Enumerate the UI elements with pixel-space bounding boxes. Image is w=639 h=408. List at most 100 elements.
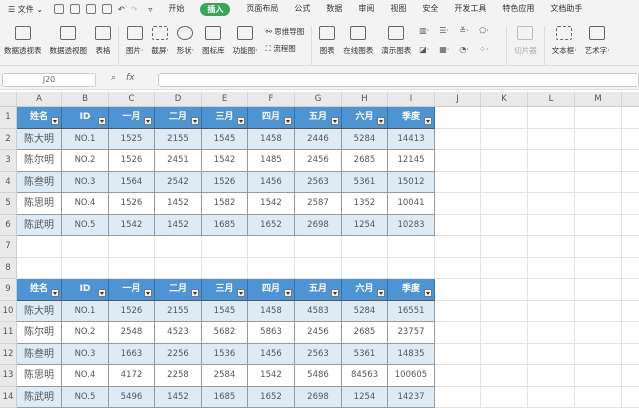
flowchart-button[interactable]: ⛶ 流程图 bbox=[266, 43, 305, 54]
row-header[interactable]: 3 bbox=[0, 150, 17, 172]
cell[interactable] bbox=[528, 107, 575, 129]
filter-dropdown-icon[interactable] bbox=[284, 117, 292, 125]
chart-button[interactable]: 图表 bbox=[319, 26, 335, 56]
cell[interactable] bbox=[17, 258, 62, 280]
redo-icon[interactable]: ↷ bbox=[131, 5, 138, 14]
column-header[interactable] bbox=[622, 92, 639, 107]
cell[interactable]: 1485 bbox=[248, 150, 295, 172]
cell[interactable] bbox=[528, 150, 575, 172]
cell[interactable] bbox=[575, 387, 622, 408]
filter-dropdown-icon[interactable] bbox=[377, 117, 385, 125]
cell[interactable] bbox=[575, 236, 622, 258]
cell[interactable] bbox=[622, 215, 639, 237]
row-header[interactable]: 5 bbox=[0, 193, 17, 215]
cell[interactable] bbox=[155, 236, 202, 258]
cell[interactable]: 10041 bbox=[388, 193, 435, 215]
cell[interactable] bbox=[435, 301, 481, 323]
cell[interactable] bbox=[575, 215, 622, 237]
demo-chart-button[interactable]: 演示图表 bbox=[381, 26, 411, 56]
name-box[interactable]: J20 bbox=[2, 73, 96, 87]
filter-dropdown-icon[interactable] bbox=[191, 117, 199, 125]
row-header[interactable]: 11 bbox=[0, 322, 17, 344]
filter-dropdown-icon[interactable] bbox=[237, 289, 245, 297]
filter-dropdown-icon[interactable] bbox=[424, 117, 432, 125]
tab-0[interactable]: 开始 bbox=[168, 3, 184, 16]
cell[interactable] bbox=[342, 258, 388, 280]
filter-dropdown-icon[interactable] bbox=[424, 289, 432, 297]
cell[interactable] bbox=[622, 322, 639, 344]
header-cell[interactable]: 二月 bbox=[155, 107, 202, 129]
cell[interactable] bbox=[528, 301, 575, 323]
cell[interactable] bbox=[435, 150, 481, 172]
file-menu[interactable]: ☰ 文件 ⌄ bbox=[8, 4, 43, 15]
cell[interactable]: 1452 bbox=[155, 193, 202, 215]
filter-dropdown-icon[interactable] bbox=[191, 289, 199, 297]
column-header[interactable]: H bbox=[342, 92, 388, 107]
cell[interactable]: 4583 bbox=[295, 301, 342, 323]
radar-chart-icon[interactable]: ⬠· bbox=[479, 26, 499, 35]
picture-button[interactable]: 图片· bbox=[126, 26, 143, 56]
cell[interactable]: 16551 bbox=[388, 301, 435, 323]
cell[interactable] bbox=[528, 215, 575, 237]
cell[interactable]: 1545 bbox=[202, 301, 248, 323]
cell[interactable] bbox=[622, 344, 639, 366]
filter-dropdown-icon[interactable] bbox=[377, 289, 385, 297]
cell[interactable]: 1352 bbox=[342, 193, 388, 215]
cell[interactable]: 2258 bbox=[155, 365, 202, 387]
cell[interactable]: 2256 bbox=[155, 344, 202, 366]
cell[interactable] bbox=[481, 387, 528, 408]
filter-dropdown-icon[interactable] bbox=[98, 289, 106, 297]
cell[interactable]: 5682 bbox=[202, 322, 248, 344]
cell[interactable]: 2587 bbox=[295, 193, 342, 215]
cell[interactable] bbox=[155, 258, 202, 280]
cell[interactable] bbox=[388, 258, 435, 280]
cell[interactable]: 5284 bbox=[342, 301, 388, 323]
textbox-button[interactable]: 文本框· bbox=[552, 26, 577, 56]
cell[interactable]: 5361 bbox=[342, 172, 388, 194]
cell[interactable] bbox=[109, 258, 155, 280]
cell[interactable] bbox=[575, 150, 622, 172]
cell[interactable]: NO.5 bbox=[62, 387, 109, 408]
cell[interactable] bbox=[17, 236, 62, 258]
cell[interactable]: 10283 bbox=[388, 215, 435, 237]
tab-10[interactable]: 文档助手 bbox=[550, 3, 582, 16]
cell[interactable] bbox=[575, 258, 622, 280]
column-header[interactable]: K bbox=[481, 92, 528, 107]
cell[interactable]: 1526 bbox=[109, 193, 155, 215]
cell[interactable] bbox=[248, 258, 295, 280]
row-header[interactable]: 1 bbox=[0, 107, 17, 129]
cell[interactable]: 陈思明 bbox=[17, 365, 62, 387]
row-header[interactable]: 13 bbox=[0, 365, 17, 387]
filter-dropdown-icon[interactable] bbox=[331, 117, 339, 125]
cell[interactable]: 陈大明 bbox=[17, 301, 62, 323]
header-cell[interactable]: 姓名 bbox=[17, 107, 62, 129]
cell[interactable]: 84563 bbox=[342, 365, 388, 387]
cell[interactable] bbox=[481, 322, 528, 344]
cell[interactable]: 12145 bbox=[388, 150, 435, 172]
row-header[interactable]: 12 bbox=[0, 344, 17, 366]
cell[interactable]: 2563 bbox=[295, 344, 342, 366]
cell[interactable] bbox=[622, 365, 639, 387]
filter-dropdown-icon[interactable] bbox=[331, 289, 339, 297]
cell[interactable]: 2456 bbox=[295, 150, 342, 172]
cell[interactable] bbox=[295, 236, 342, 258]
cell[interactable]: 1536 bbox=[202, 344, 248, 366]
screenshot-button[interactable]: 截屏· bbox=[151, 26, 168, 56]
cell[interactable] bbox=[481, 150, 528, 172]
cell[interactable] bbox=[435, 387, 481, 408]
cell[interactable]: 2698 bbox=[295, 387, 342, 408]
more-icon[interactable]: ▿ bbox=[148, 5, 152, 14]
cell[interactable] bbox=[528, 236, 575, 258]
cell[interactable]: 2563 bbox=[295, 172, 342, 194]
undo-icon[interactable]: ↶ bbox=[118, 5, 125, 14]
filter-dropdown-icon[interactable] bbox=[237, 117, 245, 125]
cell[interactable]: 23757 bbox=[388, 322, 435, 344]
print-icon[interactable] bbox=[86, 4, 96, 14]
cell[interactable] bbox=[481, 193, 528, 215]
cell[interactable]: NO.5 bbox=[62, 215, 109, 237]
cell[interactable] bbox=[528, 258, 575, 280]
cell[interactable]: 100605 bbox=[388, 365, 435, 387]
select-all-corner[interactable] bbox=[0, 92, 17, 107]
stock-chart-icon[interactable]: ▦· bbox=[439, 45, 459, 54]
cell[interactable] bbox=[528, 279, 575, 301]
